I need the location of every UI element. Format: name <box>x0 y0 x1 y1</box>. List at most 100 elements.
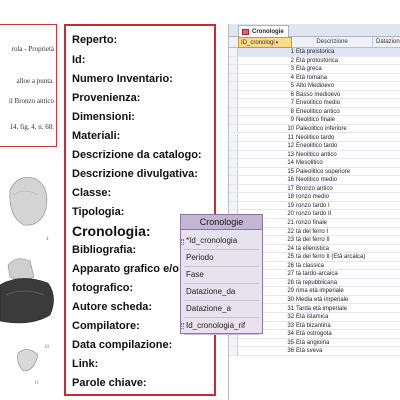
record-selector[interactable] <box>229 73 238 82</box>
cell-id[interactable]: 5 <box>238 82 294 91</box>
record-selector[interactable] <box>229 167 238 176</box>
cell-descrizione[interactable]: tà del ferro II <box>296 236 376 245</box>
cell-descrizione[interactable]: Paleolitico superiore <box>296 168 376 177</box>
cell-id[interactable]: 12 <box>238 142 294 151</box>
record-selector[interactable] <box>229 338 238 347</box>
record-selector[interactable] <box>229 176 238 184</box>
cell-descrizione[interactable]: Età preistorica <box>296 48 376 57</box>
table-row[interactable]: 14 Mesolitico <box>229 159 400 168</box>
cell-descrizione[interactable]: Eneolitico medio <box>296 99 376 108</box>
table-row[interactable]: 4 Età romana <box>229 73 400 83</box>
entity-field[interactable]: Fase <box>184 267 259 284</box>
cell-descrizione[interactable]: Neolitico finale <box>296 116 376 125</box>
cell-descrizione[interactable]: ronzo tardo II <box>296 210 376 219</box>
cell-descrizione[interactable]: ronzo finale <box>296 219 376 228</box>
cell-descrizione[interactable]: Neolitico tardo <box>296 134 376 143</box>
entity-field[interactable]: Id_cronologia_rif <box>184 318 259 335</box>
cell-descrizione[interactable]: Età romana <box>296 74 376 83</box>
cell-descrizione[interactable]: Tarda età imperiale <box>296 305 376 314</box>
tab-cronologie[interactable]: Cronologie <box>238 25 289 37</box>
entity-field[interactable]: Datazione_a <box>184 301 259 318</box>
entity-field[interactable]: Datazione_da <box>184 284 259 301</box>
record-selector[interactable] <box>229 159 238 167</box>
record-selector[interactable] <box>229 201 238 210</box>
cell-descrizione[interactable]: Età islamica <box>296 313 376 322</box>
record-selector[interactable] <box>229 82 238 90</box>
table-row[interactable]: 7 Eneolitico medio <box>229 99 400 108</box>
table-row[interactable]: 3 Età greca <box>229 65 400 74</box>
cell-id[interactable]: 6 <box>238 91 294 100</box>
drag-grip-icon[interactable] <box>181 323 184 329</box>
record-selector[interactable] <box>229 150 238 159</box>
record-selector[interactable] <box>229 107 238 116</box>
record-selector[interactable] <box>229 48 238 56</box>
cell-descrizione[interactable]: ronzo medio <box>296 193 376 202</box>
cell-descrizione[interactable]: tà tardo-arcaica <box>296 270 376 279</box>
table-row[interactable]: 10 Paleolitico inferiore <box>229 124 400 134</box>
column-header-id[interactable]: ID_cronologi▾ <box>238 37 292 48</box>
table-row[interactable]: 9 Neolitico finale <box>229 116 400 125</box>
cell-descrizione[interactable]: Paleolitico inferiore <box>296 125 376 134</box>
table-row[interactable]: 2 Età protostorica <box>229 56 400 66</box>
table-row[interactable]: 35 Età angioina <box>229 338 400 348</box>
table-row[interactable]: 8 Eneolitico antico <box>229 107 400 117</box>
cell-id[interactable]: 16 <box>238 176 294 185</box>
cell-descrizione[interactable]: Basso medioevo <box>296 91 376 100</box>
cell-descrizione[interactable]: Età bizantina <box>296 322 376 331</box>
cell-id[interactable]: 18 <box>238 193 294 202</box>
cell-descrizione[interactable]: Bronzo antico <box>296 185 376 194</box>
cell-descrizione[interactable]: Eneolitico antico <box>296 108 376 117</box>
table-row[interactable]: 11 Neolitico tardo <box>229 133 400 143</box>
cell-descrizione[interactable]: Neolitico antico <box>296 151 376 160</box>
record-selector[interactable] <box>229 347 238 355</box>
entity-title-bar[interactable]: Cronologie <box>181 215 262 230</box>
drag-grip-icon[interactable] <box>181 239 184 245</box>
cell-id[interactable]: 13 <box>238 151 294 160</box>
table-row[interactable]: 12 Eneolitico tardo <box>229 142 400 151</box>
record-selector[interactable] <box>229 142 238 150</box>
cell-id[interactable]: 17 <box>238 185 294 194</box>
cell-descrizione[interactable]: Età greca <box>296 65 376 74</box>
cell-descrizione[interactable]: Alto Medioevo <box>296 82 376 91</box>
table-row[interactable]: 6 Basso medioevo <box>229 90 400 100</box>
table-row[interactable]: 36 Età sveva <box>229 347 400 356</box>
table-row[interactable]: 1 Età preistorica <box>229 48 400 57</box>
cell-id[interactable]: 14 <box>238 159 294 168</box>
cell-id[interactable]: 1 <box>238 48 294 57</box>
cell-descrizione[interactable]: Mesolitico <box>296 159 376 168</box>
record-selector[interactable] <box>229 133 238 142</box>
table-row[interactable]: 17 Bronzo antico <box>229 184 400 194</box>
table-row[interactable]: 13 Neolitico antico <box>229 150 400 160</box>
cell-id[interactable]: 19 <box>238 202 294 211</box>
entity-field[interactable]: *Id_cronologia <box>184 233 259 250</box>
cell-descrizione[interactable]: Età angioina <box>296 339 376 348</box>
cell-descrizione[interactable]: tà repubblicana <box>296 279 376 288</box>
table-row[interactable]: 15 Paleolitico superiore <box>229 167 400 177</box>
cell-descrizione[interactable]: Eneolitico tardo <box>296 142 376 151</box>
cell-descrizione[interactable]: Età protostorica <box>296 57 376 66</box>
record-selector[interactable] <box>229 116 238 124</box>
record-selector[interactable] <box>229 193 238 201</box>
cell-descrizione[interactable]: rima età imperiale <box>296 287 376 296</box>
cell-descrizione[interactable]: Neolitico medio <box>296 176 376 185</box>
cell-id[interactable]: 9 <box>238 116 294 125</box>
cell-descrizione[interactable]: Media età imperiale <box>296 296 376 305</box>
entity-box-cronologie[interactable]: Cronologie *Id_cronologia Periodo Fase D… <box>180 214 263 335</box>
cell-descrizione[interactable]: Età ostrogota <box>296 330 376 339</box>
column-header-datazione[interactable]: Datazion <box>373 37 400 48</box>
cell-id[interactable]: 11 <box>238 134 294 143</box>
entity-field[interactable]: Periodo <box>184 250 259 267</box>
record-selector[interactable] <box>229 56 238 65</box>
cell-descrizione[interactable]: ronzo tardo I <box>296 202 376 211</box>
table-row[interactable]: 16 Neolitico medio <box>229 176 400 185</box>
cell-descrizione[interactable]: tà classica <box>296 262 376 271</box>
cell-descrizione[interactable]: tà del ferro I <box>296 228 376 237</box>
cell-id[interactable]: 36 <box>238 347 294 356</box>
cell-id[interactable]: 7 <box>238 99 294 108</box>
column-header-descrizione[interactable]: Descrizione <box>292 37 373 48</box>
cell-descrizione[interactable]: tà del ferro II (Età arcaica) <box>296 253 376 262</box>
cell-id[interactable]: 15 <box>238 168 294 177</box>
cell-id[interactable]: 3 <box>238 65 294 74</box>
table-row[interactable]: 18 ronzo medio <box>229 193 400 202</box>
table-row[interactable]: 19 ronzo tardo I <box>229 201 400 211</box>
